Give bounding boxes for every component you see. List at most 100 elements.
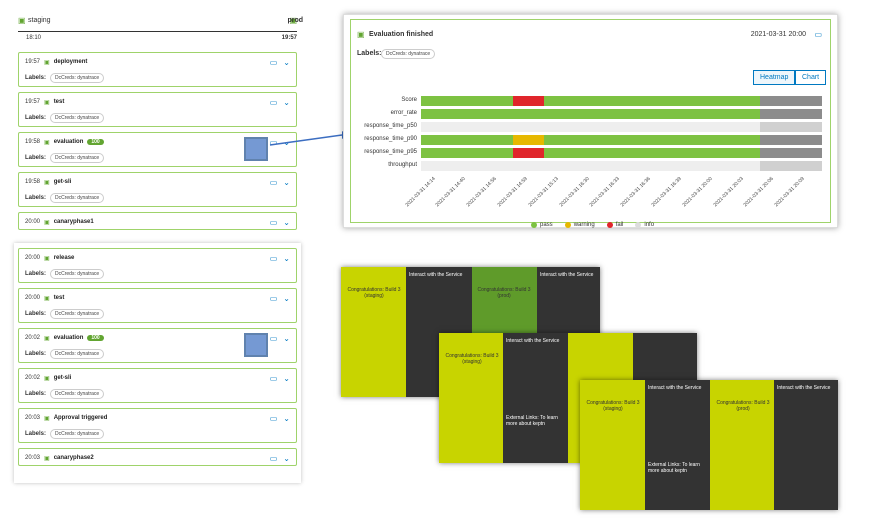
heatmap-cell[interactable] xyxy=(790,161,822,171)
heatmap-cell[interactable] xyxy=(513,161,545,171)
chart-button[interactable]: Chart xyxy=(795,70,827,85)
heatmap-cell[interactable] xyxy=(698,109,730,119)
chevron-down-icon[interactable]: ⌄ xyxy=(283,374,290,383)
chevron-down-icon[interactable]: ⌄ xyxy=(283,178,290,187)
heatmap-cell[interactable] xyxy=(544,135,576,145)
monitor-icon[interactable]: ▭ xyxy=(270,218,278,227)
heatmap-button[interactable]: Heatmap xyxy=(753,70,796,85)
heatmap-cell[interactable] xyxy=(790,96,822,106)
timeline-card[interactable]: 19:57 ▣ deployment ▭ ⌄ Labels: DcCreds: dynatr… xyxy=(18,52,297,87)
heatmap-cell[interactable] xyxy=(636,96,668,106)
heatmap-cell[interactable] xyxy=(544,109,576,119)
heatmap-highlight-icon-2[interactable] xyxy=(244,333,268,357)
chevron-down-icon[interactable]: ⌄ xyxy=(283,218,290,227)
heatmap-cell[interactable] xyxy=(667,122,699,132)
heatmap-cell[interactable] xyxy=(729,148,760,158)
heatmap-cell[interactable] xyxy=(421,122,452,132)
heatmap-cell[interactable] xyxy=(698,135,730,145)
monitor-icon[interactable]: ▭ xyxy=(270,98,278,107)
heatmap-cell[interactable] xyxy=(513,148,545,158)
heatmap-cell[interactable] xyxy=(759,109,791,119)
heatmap-cell[interactable] xyxy=(698,148,730,158)
timeline-card[interactable]: 19:58 ▣ get-sli ▭ ⌄ Labels: DcCreds: dynatrace xyxy=(18,172,297,207)
heatmap-highlight-icon[interactable] xyxy=(244,137,268,161)
heatmap-cell[interactable] xyxy=(451,96,483,106)
monitor-icon[interactable]: ▭ xyxy=(814,30,822,39)
heatmap-cell[interactable] xyxy=(575,148,606,158)
chevron-down-icon[interactable]: ⌄ xyxy=(283,58,290,67)
heatmap-cell[interactable] xyxy=(513,135,545,145)
heatmap-cell[interactable] xyxy=(790,109,822,119)
heatmap-cell[interactable] xyxy=(636,161,668,171)
heatmap-cell[interactable] xyxy=(790,135,822,145)
chevron-down-icon[interactable]: ⌄ xyxy=(283,254,290,263)
heatmap-cell[interactable] xyxy=(636,109,668,119)
heatmap-cell[interactable] xyxy=(575,122,606,132)
heatmap-cell[interactable] xyxy=(451,109,483,119)
heatmap-cell[interactable] xyxy=(451,148,483,158)
heatmap-cell[interactable] xyxy=(575,109,606,119)
monitor-icon[interactable]: ▭ xyxy=(270,58,278,67)
heatmap-cell[interactable] xyxy=(482,148,514,158)
heatmap-cell[interactable] xyxy=(729,122,760,132)
heatmap-cell[interactable] xyxy=(636,148,668,158)
heatmap-cell[interactable] xyxy=(421,148,452,158)
heatmap-cell[interactable] xyxy=(759,96,791,106)
heatmap-cell[interactable] xyxy=(729,96,760,106)
heatmap-cell[interactable] xyxy=(451,122,483,132)
heatmap-cell[interactable] xyxy=(482,96,514,106)
heatmap-cell[interactable] xyxy=(421,135,452,145)
monitor-icon[interactable]: ▭ xyxy=(270,178,278,187)
heatmap-cell[interactable] xyxy=(759,122,791,132)
heatmap-cell[interactable] xyxy=(667,96,699,106)
timeline-card[interactable]: 20:03 ▣ canaryphase2 ▭ ⌄ xyxy=(18,448,297,466)
monitor-icon[interactable]: ▭ xyxy=(270,254,278,263)
timeline-card[interactable]: 20:00 ▣ canaryphase1 ▭ ⌄ xyxy=(18,212,297,230)
heatmap-cell[interactable] xyxy=(790,148,822,158)
heatmap-cell[interactable] xyxy=(421,161,452,171)
heatmap-cell[interactable] xyxy=(605,96,637,106)
heatmap-cell[interactable] xyxy=(605,109,637,119)
chevron-down-icon[interactable]: ⌄ xyxy=(283,294,290,303)
heatmap-cell[interactable] xyxy=(667,161,699,171)
heatmap-cell[interactable] xyxy=(790,122,822,132)
heatmap-cell[interactable] xyxy=(544,96,576,106)
heatmap-cell[interactable] xyxy=(513,96,545,106)
chevron-down-icon[interactable]: ⌄ xyxy=(283,414,290,423)
heatmap-cell[interactable] xyxy=(544,161,576,171)
heatmap-cell[interactable] xyxy=(451,161,483,171)
heatmap-cell[interactable] xyxy=(759,135,791,145)
heatmap-cell[interactable] xyxy=(482,122,514,132)
heatmap-cell[interactable] xyxy=(605,148,637,158)
heatmap-cell[interactable] xyxy=(636,122,668,132)
heatmap-cell[interactable] xyxy=(698,122,730,132)
heatmap-cell[interactable] xyxy=(482,135,514,145)
heatmap-cell[interactable] xyxy=(575,161,606,171)
chevron-down-icon[interactable]: ⌄ xyxy=(283,454,290,463)
timeline-card[interactable]: 20:02 ▣ get-sli ▭ ⌄ Labels: DcCreds: dynatrace xyxy=(18,368,297,403)
timeline-card[interactable]: 20:00 ▣ test ▭ ⌄ Labels: DcCreds: dynatrace xyxy=(18,288,297,323)
stage-to[interactable]: prod xyxy=(278,17,303,24)
monitor-icon[interactable]: ▭ xyxy=(270,374,278,383)
heatmap-cell[interactable] xyxy=(605,122,637,132)
heatmap-cell[interactable] xyxy=(667,148,699,158)
heatmap-cell[interactable] xyxy=(575,135,606,145)
heatmap-cell[interactable] xyxy=(667,135,699,145)
heatmap-cell[interactable] xyxy=(729,161,760,171)
stage-from[interactable]: staging xyxy=(28,17,51,24)
monitor-icon[interactable]: ▭ xyxy=(270,294,278,303)
heatmap-cell[interactable] xyxy=(421,96,452,106)
chevron-down-icon[interactable]: ⌄ xyxy=(283,334,290,343)
heatmap-cell[interactable] xyxy=(513,122,545,132)
chevron-down-icon[interactable]: ⌄ xyxy=(283,98,290,107)
timeline-card[interactable]: 20:03 ▣ Approval triggered ▭ ⌄ Labels: DcCreds… xyxy=(18,408,297,443)
heatmap-cell[interactable] xyxy=(513,109,545,119)
heatmap-cell[interactable] xyxy=(759,161,791,171)
heatmap-cell[interactable] xyxy=(667,109,699,119)
heatmap-cell[interactable] xyxy=(605,161,637,171)
monitor-icon[interactable]: ▭ xyxy=(270,414,278,423)
monitor-icon[interactable]: ▭ xyxy=(270,454,278,463)
heatmap-cell[interactable] xyxy=(544,122,576,132)
heatmap-cell[interactable] xyxy=(482,109,514,119)
heatmap-cell[interactable] xyxy=(575,96,606,106)
